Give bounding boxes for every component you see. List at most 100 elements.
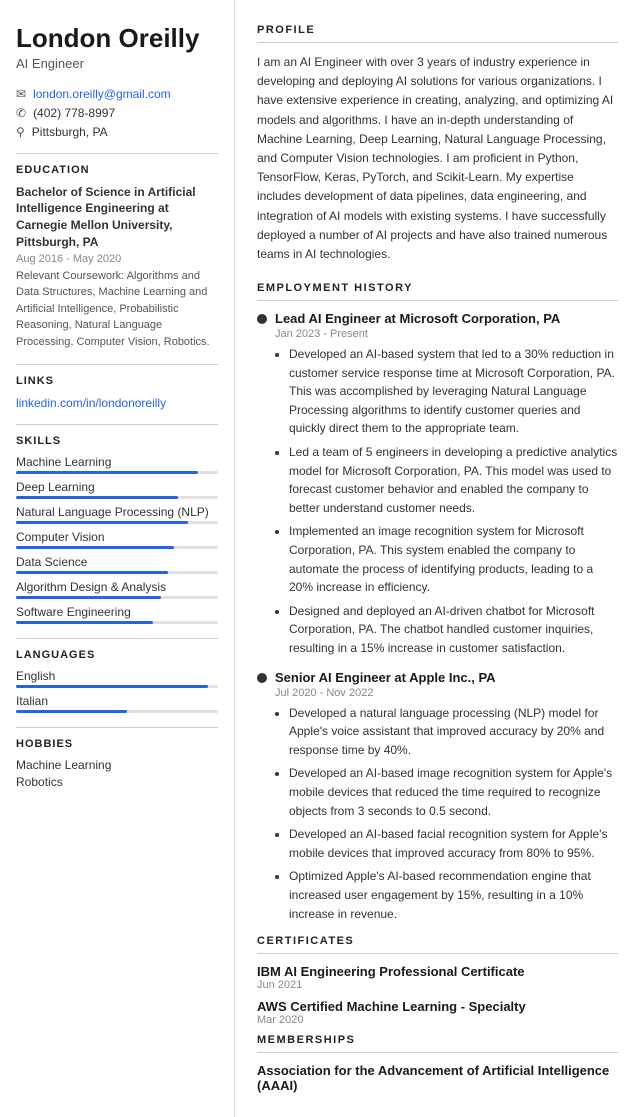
hobbies-list: Machine Learning Robotics [16,758,218,789]
hobby-item: Robotics [16,775,218,789]
sidebar: London Oreilly AI Engineer ✉ london.orei… [0,0,235,1117]
skill-label: Data Science [16,555,218,569]
languages-list: English Italian [16,669,218,713]
certificate-entry: IBM AI Engineering Professional Certific… [257,964,618,991]
language-bar-fill [16,710,127,713]
contact-phone: ✆ (402) 778-8997 [16,106,218,120]
education-divider [16,153,218,154]
memberships-section-title: MEMBERSHIPS [257,1034,618,1046]
skill-item: Algorithm Design & Analysis [16,580,218,599]
job-date: Jul 2020 - Nov 2022 [275,687,618,699]
language-label: English [16,669,218,683]
job-entry: Senior AI Engineer at Apple Inc., PA Jul… [257,670,618,924]
job-header: Lead AI Engineer at Microsoft Corporatio… [257,311,618,326]
candidate-title: AI Engineer [16,56,218,71]
job-bullet: Developed an AI-based image recognition … [289,764,618,820]
skill-label: Natural Language Processing (NLP) [16,505,218,519]
profile-section-title: PROFILE [257,24,618,36]
skill-item: Data Science [16,555,218,574]
job-bullet: Developed an AI-based system that led to… [289,345,618,438]
memberships-divider [257,1052,618,1053]
skill-bar-fill [16,621,153,624]
skill-item: Computer Vision [16,530,218,549]
job-bullets: Developed an AI-based system that led to… [275,345,618,658]
skill-bar-fill [16,471,198,474]
skill-bar-bg [16,471,218,474]
job-bullet: Implemented an image recognition system … [289,522,618,596]
education-section-title: EDUCATION [16,164,218,176]
skill-item: Machine Learning [16,455,218,474]
employment-divider [257,300,618,301]
linkedin-link[interactable]: linkedin.com/in/londonoreilly [16,396,166,410]
phone-icon: ✆ [16,106,26,120]
profile-divider [257,42,618,43]
contact-location: ⚲ Pittsburgh, PA [16,125,218,139]
skill-label: Machine Learning [16,455,218,469]
phone-text: (402) 778-8997 [33,106,115,120]
language-item: English [16,669,218,688]
skill-bar-fill [16,546,174,549]
languages-section-title: LANGUAGES [16,649,218,661]
skill-bar-fill [16,596,161,599]
links-section-title: LINKS [16,375,218,387]
location-icon: ⚲ [16,125,25,139]
job-bullet: Optimized Apple's AI-based recommendatio… [289,867,618,923]
hobbies-divider [16,727,218,728]
job-entry: Lead AI Engineer at Microsoft Corporatio… [257,311,618,658]
cert-title: IBM AI Engineering Professional Certific… [257,964,618,979]
candidate-name: London Oreilly [16,24,218,53]
email-link[interactable]: london.oreilly@gmail.com [33,87,171,101]
job-date: Jan 2023 - Present [275,328,618,340]
cert-date: Mar 2020 [257,1014,618,1026]
certificates-divider [257,953,618,954]
skill-bar-bg [16,546,218,549]
skill-bar-bg [16,621,218,624]
skill-bar-bg [16,496,218,499]
job-bullets: Developed a natural language processing … [275,704,618,924]
skills-list: Machine Learning Deep Learning Natural L… [16,455,218,624]
job-header: Senior AI Engineer at Apple Inc., PA [257,670,618,685]
education-degree: Bachelor of Science in Artificial Intell… [16,184,218,251]
email-icon: ✉ [16,87,26,101]
hobbies-section-title: HOBBIES [16,738,218,750]
links-divider [16,364,218,365]
language-bar-fill [16,685,208,688]
skills-divider [16,424,218,425]
membership-entry: Association for the Advancement of Artif… [257,1063,618,1093]
profile-text: I am an AI Engineer with over 3 years of… [257,53,618,264]
skill-bar-fill [16,521,188,524]
skill-item: Natural Language Processing (NLP) [16,505,218,524]
language-label: Italian [16,694,218,708]
jobs-list: Lead AI Engineer at Microsoft Corporatio… [257,311,618,923]
job-bullet: Led a team of 5 engineers in developing … [289,443,618,517]
language-bar-bg [16,710,218,713]
certificates-section-title: CERTIFICATES [257,935,618,947]
cert-date: Jun 2021 [257,979,618,991]
hobby-item: Machine Learning [16,758,218,772]
main-content: PROFILE I am an AI Engineer with over 3 … [235,0,640,1117]
skill-label: Deep Learning [16,480,218,494]
linkedin-link-container: linkedin.com/in/londonoreilly [16,395,218,410]
contact-email: ✉ london.oreilly@gmail.com [16,87,218,101]
skill-label: Computer Vision [16,530,218,544]
location-text: Pittsburgh, PA [32,125,108,139]
cert-title: AWS Certified Machine Learning - Special… [257,999,618,1014]
memberships-list: Association for the Advancement of Artif… [257,1063,618,1093]
employment-section-title: EMPLOYMENT HISTORY [257,282,618,294]
certificate-entry: AWS Certified Machine Learning - Special… [257,999,618,1026]
skill-bar-fill [16,571,168,574]
skill-bar-bg [16,596,218,599]
skill-bar-fill [16,496,178,499]
job-title: Lead AI Engineer at Microsoft Corporatio… [275,311,560,326]
skill-bar-bg [16,521,218,524]
certificates-list: IBM AI Engineering Professional Certific… [257,964,618,1026]
job-bullet: Developed a natural language processing … [289,704,618,760]
membership-title: Association for the Advancement of Artif… [257,1063,618,1093]
job-bullet: Designed and deployed an AI-driven chatb… [289,602,618,658]
skill-label: Software Engineering [16,605,218,619]
skill-bar-bg [16,571,218,574]
job-dot [257,314,267,324]
language-bar-bg [16,685,218,688]
skill-item: Software Engineering [16,605,218,624]
languages-divider [16,638,218,639]
